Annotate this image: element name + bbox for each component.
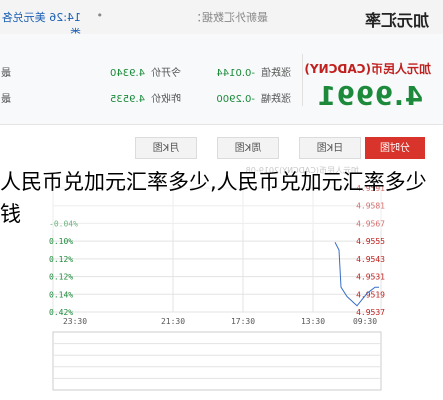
headline-overlay: 人民币兑加元汇率多少,人民币兑加元汇率多少钱 [0,166,443,230]
time-tick-label: 09:30 [353,317,377,326]
update-label: 最新外汇数据： [191,11,268,24]
percent-tick-label: 0.12% [49,255,73,264]
price-tick-label: 4.9519 [356,290,385,299]
percent-tick-label: 0.12% [49,273,73,282]
time-tick-label: 23:30 [63,317,87,326]
stat-value: -0.2900 [216,94,255,105]
stat-prev-close: 昨收价 4.9535 [110,90,181,105]
chart-tabs: 分时图 日K图 周K图 月K图 [10,137,425,161]
price-tick-label: 4.9537 [356,308,385,317]
stat-change-value: 涨跌值 -0.0144 [216,64,291,79]
page-title: 加元汇率 [364,11,429,30]
volume-panel [52,331,382,391]
stat-label: 昨收价 [151,94,181,105]
current-rate: 4.9991 [316,82,423,112]
stat-value: 4.9535 [110,94,145,105]
stat-value: -0.0144 [216,68,255,79]
top-bar: 加元汇率 最新外汇数据： • 14:26 美元兑各类 [0,0,443,40]
quote-info: 加元人民币(CADCNY) 4.9991 涨跌值 -0.0144 今开价 4.934… [0,34,443,125]
price-tick-label: 4.9543 [356,255,385,264]
stat-change-percent: 涨跌幅 -0.2900 [216,90,291,105]
stat-value: 4.9340 [110,68,145,79]
tab-daily-k[interactable]: 日K图 [299,137,361,159]
tab-intraday[interactable]: 分时图 [365,137,425,159]
time-tick-label: 17:30 [231,317,255,326]
stat-label: 涨跌幅 [261,94,291,105]
stat-open-price: 今开价 4.9340 [110,64,181,79]
stat-edge-label: 最 [1,68,11,79]
percent-tick-label: 0.10% [49,237,73,246]
stat-label: 今开价 [151,68,181,79]
stat-label: 涨跌值 [261,68,291,79]
currency-pair-name: 加元人民币(CADCNY) [304,62,431,76]
price-tick-label: 4.9531 [356,273,385,282]
percent-tick-label: 0.14% [49,290,73,299]
time-tick-label: 21:30 [161,317,185,326]
tab-weekly-k[interactable]: 周K图 [217,137,279,159]
separator-dot: • [96,9,104,22]
tab-monthly-k[interactable]: 月K图 [135,137,197,159]
divider [302,54,303,106]
price-tick-label: 4.9555 [356,237,385,246]
percent-tick-label: 0.42% [49,308,73,317]
time-tick-label: 13:30 [301,317,325,326]
stat-edge-label: 最 [1,94,11,105]
